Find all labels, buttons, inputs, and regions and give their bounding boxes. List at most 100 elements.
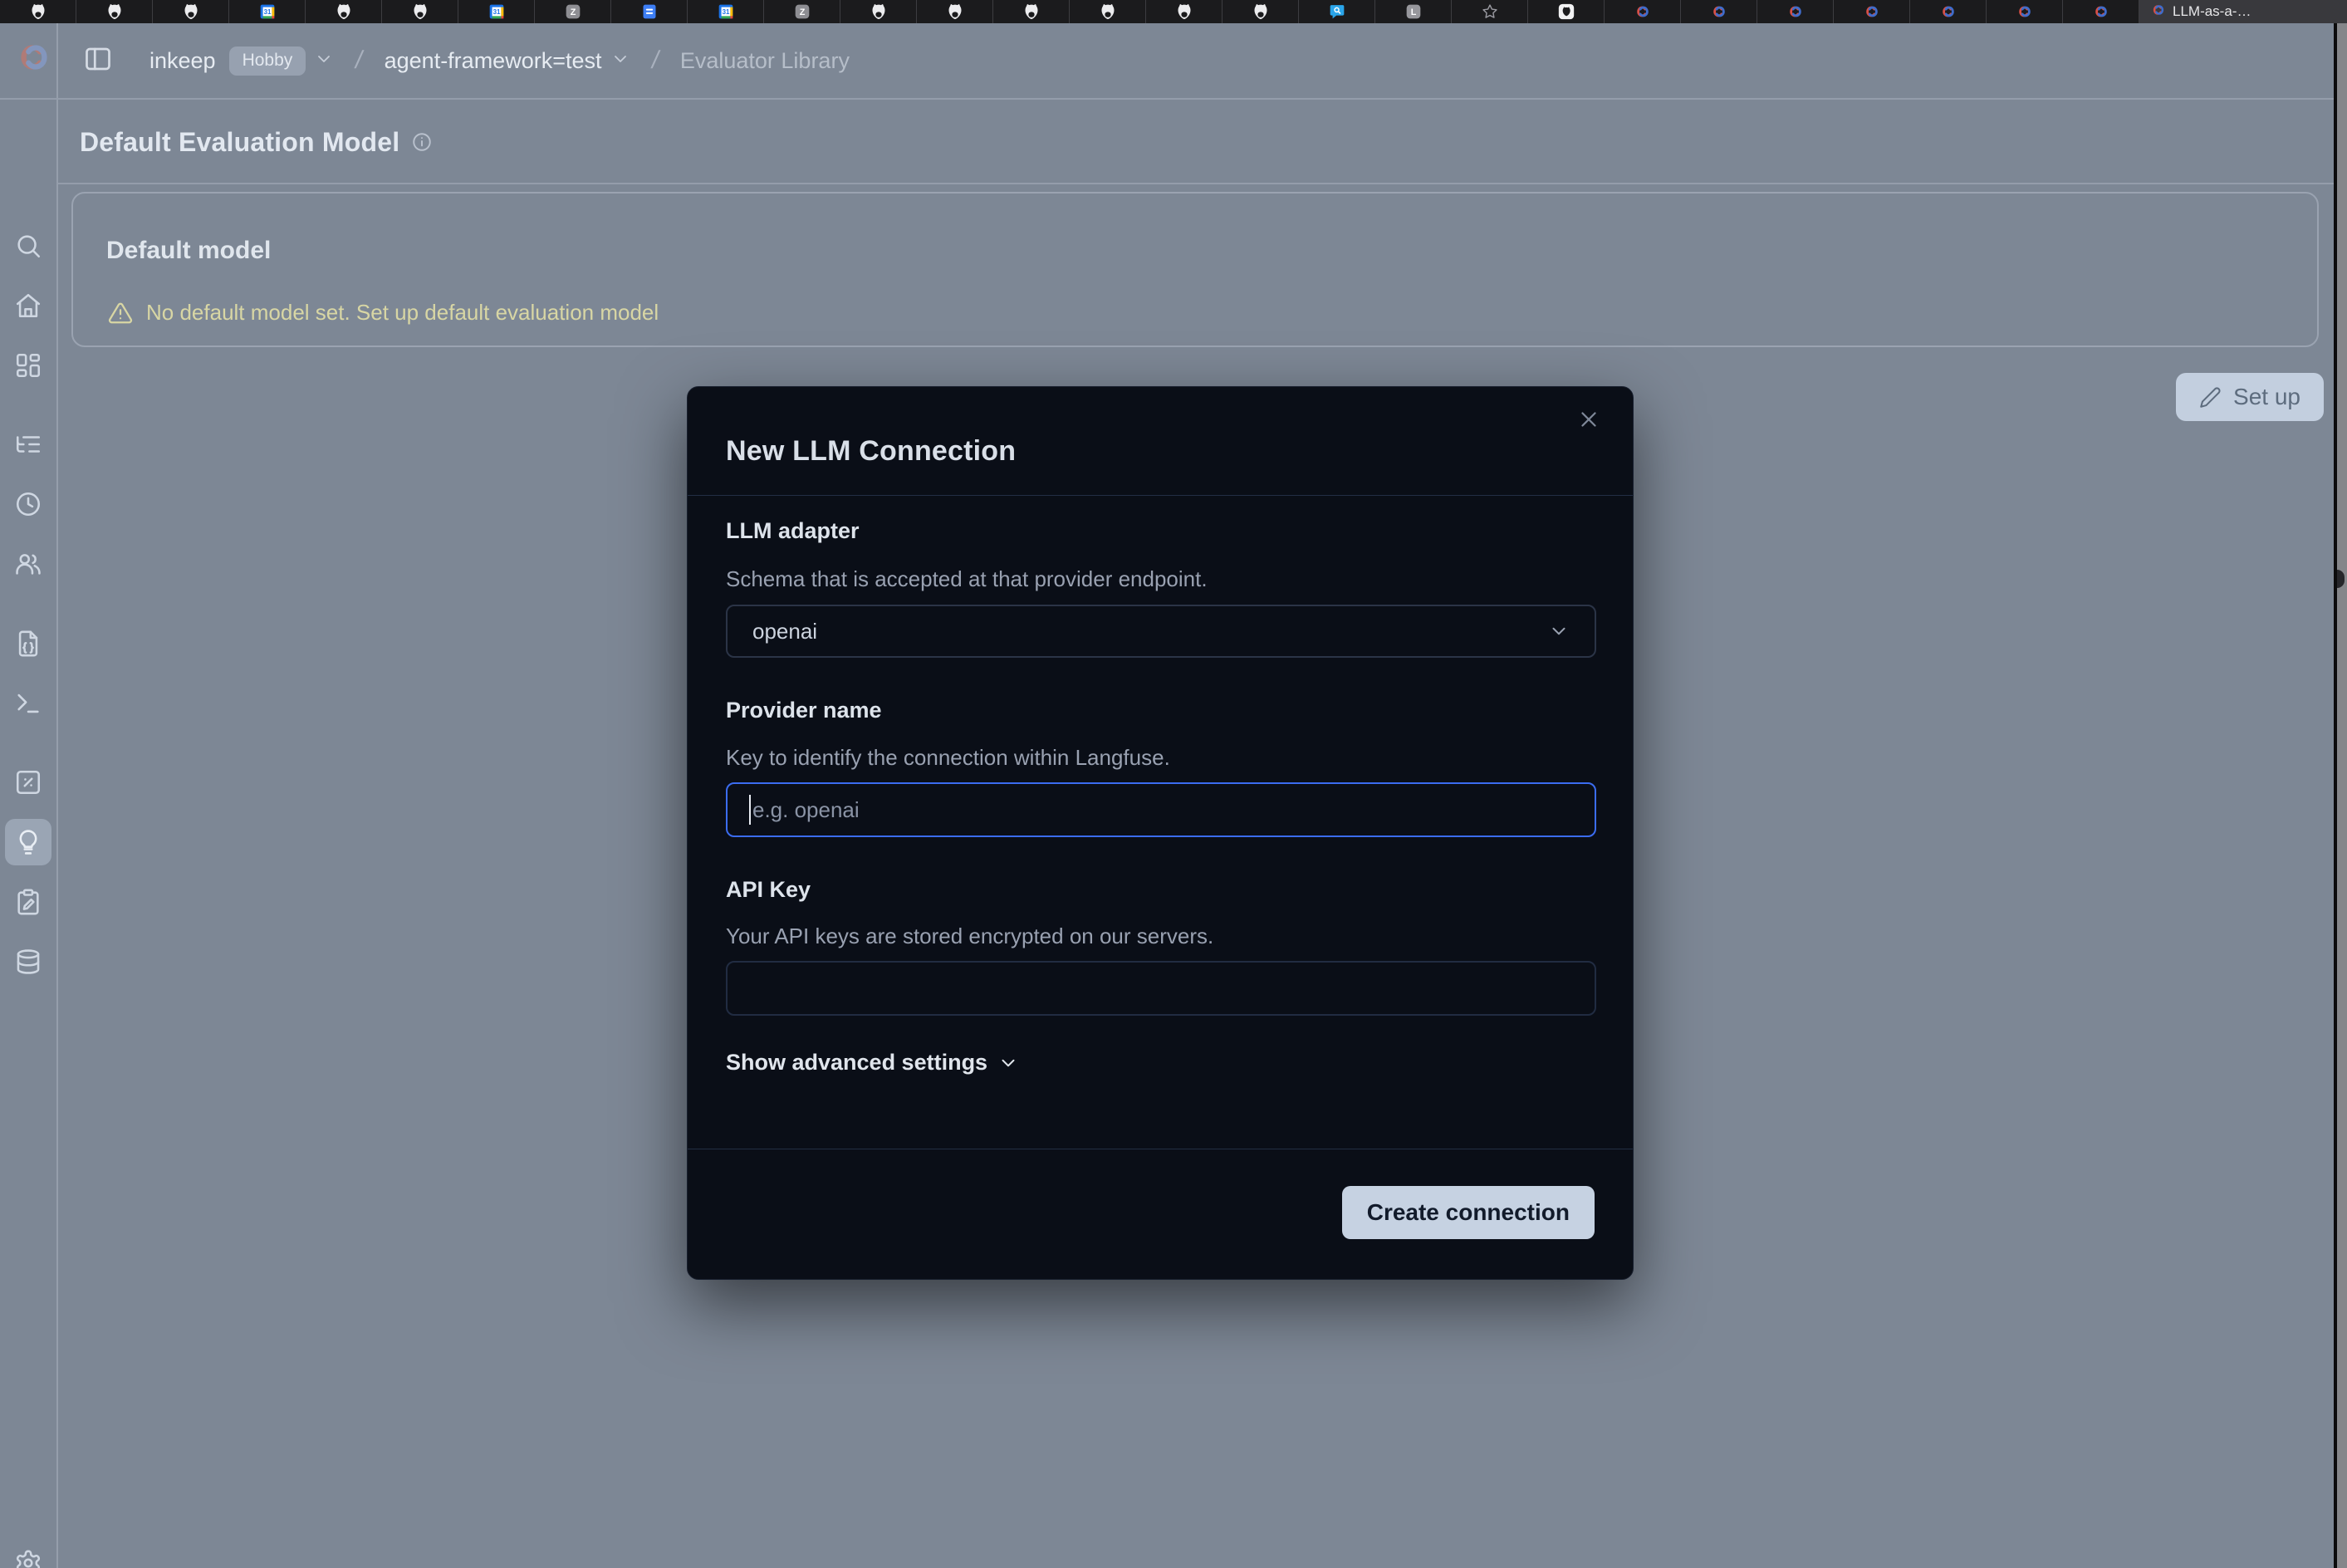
browser-tab[interactable] bbox=[1605, 0, 1681, 23]
github-icon bbox=[870, 3, 887, 20]
home-icon bbox=[14, 292, 42, 320]
gear-icon bbox=[14, 1549, 42, 1568]
browser-tab[interactable] bbox=[611, 0, 688, 23]
browser-tab[interactable] bbox=[0, 0, 76, 23]
project-switcher-button[interactable] bbox=[610, 49, 630, 73]
browser-tab[interactable] bbox=[1834, 0, 1910, 23]
breadcrumb-project[interactable]: agent-framework=test bbox=[385, 48, 602, 74]
browser-tab[interactable]: L bbox=[1375, 0, 1452, 23]
sidebar-item-sessions[interactable] bbox=[5, 481, 51, 527]
pencil-icon bbox=[2199, 386, 2222, 409]
org-switcher-button[interactable] bbox=[314, 49, 334, 73]
sidebar-item-playground[interactable] bbox=[5, 680, 51, 727]
browser-tab[interactable] bbox=[1299, 0, 1375, 23]
github-icon bbox=[30, 3, 47, 20]
modal-title: New LLM Connection bbox=[726, 435, 1016, 468]
browser-tab[interactable] bbox=[1222, 0, 1299, 23]
page-title: Default Evaluation Model bbox=[80, 127, 399, 158]
browser-tab[interactable] bbox=[1146, 0, 1222, 23]
calendar-icon: 31 bbox=[259, 3, 276, 20]
sidebar-item-prompts[interactable] bbox=[5, 620, 51, 667]
advanced-settings-toggle[interactable]: Show advanced settings bbox=[726, 1050, 1019, 1076]
browser-tab[interactable] bbox=[76, 0, 153, 23]
browser-tab[interactable] bbox=[153, 0, 229, 23]
github-icon bbox=[183, 3, 199, 20]
panel-left-icon bbox=[83, 44, 113, 78]
browser-tab[interactable] bbox=[1757, 0, 1834, 23]
browser-tab[interactable] bbox=[306, 0, 382, 23]
api-key-input[interactable] bbox=[726, 961, 1596, 1016]
alert-triangle-icon bbox=[108, 301, 133, 326]
set-up-button[interactable]: Set up bbox=[2176, 373, 2324, 421]
sidebar-item-home[interactable] bbox=[5, 282, 51, 329]
calendar-icon: 31 bbox=[488, 3, 505, 20]
browser-tab[interactable] bbox=[1681, 0, 1757, 23]
breadcrumb-separator: / bbox=[649, 47, 661, 75]
set-up-label: Set up bbox=[2233, 384, 2300, 410]
github-icon bbox=[1023, 3, 1040, 20]
svg-text:L: L bbox=[1410, 7, 1416, 17]
browser-tab[interactable]: 31 bbox=[229, 0, 306, 23]
browser-tab[interactable]: Z bbox=[764, 0, 840, 23]
svg-text:Z: Z bbox=[570, 7, 576, 17]
sidebar-item-scores[interactable] bbox=[5, 759, 51, 806]
sidebar-item-annotation[interactable] bbox=[5, 879, 51, 925]
sidebar-item-evaluator-library[interactable] bbox=[5, 819, 51, 865]
browser-tab[interactable]: 31 bbox=[458, 0, 535, 23]
browser-tab[interactable]: Z bbox=[535, 0, 611, 23]
browser-tab[interactable] bbox=[382, 0, 458, 23]
langfuse-icon bbox=[1634, 3, 1651, 20]
browser-tab[interactable] bbox=[1528, 0, 1605, 23]
clock-icon bbox=[14, 490, 42, 518]
browser-tab-active[interactable]: LLM-as-a-… bbox=[2139, 0, 2347, 23]
browser-tab[interactable] bbox=[1910, 0, 1987, 23]
browser-tab[interactable]: 31 bbox=[688, 0, 764, 23]
docs-icon bbox=[641, 3, 658, 20]
star-icon bbox=[1482, 3, 1498, 20]
browser-tab[interactable] bbox=[917, 0, 993, 23]
breadcrumb-org[interactable]: inkeep bbox=[149, 48, 216, 74]
adapter-select[interactable]: openai bbox=[726, 605, 1596, 658]
text-caret bbox=[749, 795, 751, 825]
github-icon bbox=[947, 3, 963, 20]
file-json-icon bbox=[14, 630, 42, 658]
github-icon bbox=[1100, 3, 1116, 20]
svg-text:31: 31 bbox=[263, 8, 271, 16]
langfuse-icon bbox=[2016, 3, 2033, 20]
default-model-card: Default model No default model set. Set … bbox=[71, 192, 2319, 347]
browser-tab[interactable] bbox=[1452, 0, 1528, 23]
database-icon bbox=[14, 948, 42, 976]
sidebar-item-users[interactable] bbox=[5, 541, 51, 587]
browser-tab[interactable] bbox=[993, 0, 1070, 23]
close-button[interactable] bbox=[1576, 407, 1603, 434]
chat-icon bbox=[1329, 3, 1345, 20]
browser-tab[interactable] bbox=[1987, 0, 2063, 23]
sidebar-item-dashboards[interactable] bbox=[5, 342, 51, 389]
percent-square-icon bbox=[14, 768, 42, 796]
create-connection-button[interactable]: Create connection bbox=[1342, 1186, 1595, 1239]
browser-tab[interactable] bbox=[2063, 0, 2139, 23]
provider-name-input[interactable] bbox=[726, 782, 1596, 837]
browser-tab[interactable] bbox=[840, 0, 917, 23]
info-icon[interactable] bbox=[411, 131, 433, 153]
github-icon bbox=[1176, 3, 1193, 20]
langfuse-logo-icon[interactable] bbox=[15, 38, 53, 76]
svg-text:31: 31 bbox=[722, 8, 729, 16]
lightbulb-icon bbox=[14, 828, 42, 856]
langfuse-icon bbox=[2093, 3, 2109, 20]
sidebar-item-search[interactable] bbox=[5, 223, 51, 269]
edge-handle[interactable] bbox=[2337, 570, 2345, 588]
browser-tab[interactable] bbox=[1070, 0, 1146, 23]
adapter-label: LLM adapter bbox=[726, 518, 860, 544]
svg-text:Z: Z bbox=[799, 7, 805, 17]
z-app-icon: Z bbox=[794, 3, 811, 20]
warning-text: No default model set. Set up default eva… bbox=[146, 300, 659, 326]
sidebar-item-models[interactable] bbox=[5, 938, 51, 985]
sidebar-item-tracing[interactable] bbox=[5, 421, 51, 468]
browser-tab-strip: 31 31 Z 31 Z L LLM-as-a-… bbox=[0, 0, 2347, 23]
sidebar-item-settings[interactable] bbox=[5, 1540, 51, 1568]
api-key-label: API Key bbox=[726, 877, 811, 903]
sidebar-toggle-button[interactable] bbox=[83, 44, 116, 77]
advanced-toggle-label: Show advanced settings bbox=[726, 1050, 987, 1076]
langfuse-icon bbox=[1864, 3, 1880, 20]
